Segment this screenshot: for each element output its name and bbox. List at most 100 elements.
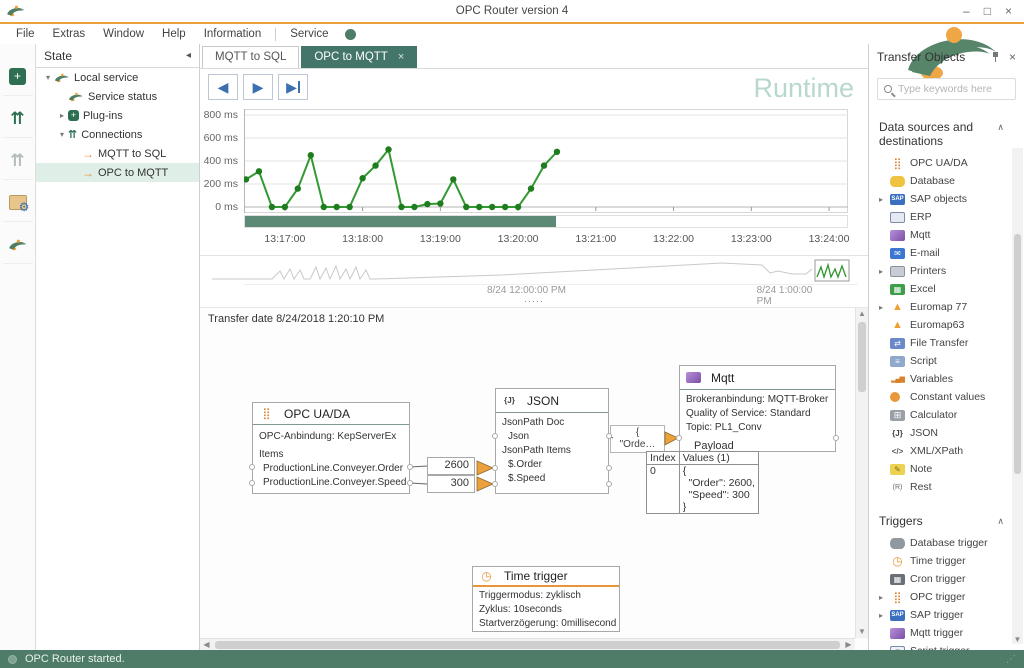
node-time-trigger[interactable]: Time trigger Triggermodus: zyklisch Zykl… xyxy=(472,566,620,632)
object-item-opc-ua-da[interactable]: OPC UA/DA xyxy=(879,154,1020,172)
object-item-printers[interactable]: ▸Printers xyxy=(879,262,1020,280)
search-input[interactable] xyxy=(898,83,1009,95)
node-json[interactable]: JSON JsonPath Doc Json JsonPath Items $.… xyxy=(495,388,609,494)
scroll-up-icon[interactable]: ▲ xyxy=(856,308,868,320)
last-button[interactable]: ▶ xyxy=(278,74,308,100)
resize-grip-icon[interactable]: ⋰ xyxy=(1006,654,1016,665)
flow-horizontal-scrollbar[interactable]: ◀ ▶ xyxy=(200,638,855,650)
menu-information[interactable]: Information xyxy=(196,27,270,41)
object-item-file-transfer[interactable]: File Transfer xyxy=(879,334,1020,352)
panel-close-icon[interactable]: × xyxy=(1009,50,1016,64)
json-icon xyxy=(890,428,905,439)
menu-help[interactable]: Help xyxy=(154,27,194,41)
object-item-opc-trigger[interactable]: ▸OPC trigger xyxy=(879,588,1020,606)
expand-arrow-icon[interactable]: ▸ xyxy=(879,303,890,312)
object-item-cron-trigger[interactable]: Cron trigger xyxy=(879,570,1020,588)
object-item-mqtt-trigger[interactable]: Mqtt trigger xyxy=(879,624,1020,642)
scroll-left-icon[interactable]: ◀ xyxy=(200,640,213,649)
plugins-toolbar-button[interactable]: + xyxy=(3,58,33,96)
flow-vertical-scrollbar[interactable]: ▲ ▼ xyxy=(855,308,868,638)
runtime-watermark: Runtime xyxy=(753,73,854,104)
inactive-connections-toolbar-button[interactable]: ⇈ xyxy=(3,142,33,180)
service-config-toolbar-button[interactable] xyxy=(3,184,33,222)
tab-opc-to-mqtt[interactable]: OPC to MQTT× xyxy=(301,46,417,68)
object-item-calculator[interactable]: Calculator xyxy=(879,406,1020,424)
section-header-data-sources-and-destinations[interactable]: Data sources and destinations∧ xyxy=(879,120,1020,148)
minimize-button[interactable]: – xyxy=(963,2,970,20)
panel-scroll-thumb[interactable] xyxy=(1014,234,1021,474)
tab-bar: MQTT to SQLOPC to MQTT× xyxy=(200,44,868,68)
chevron-up-icon[interactable]: ∧ xyxy=(997,514,1004,528)
window-title: OPC Router version 4 xyxy=(0,5,1024,17)
menu-extras[interactable]: Extras xyxy=(45,27,94,41)
tree-expander-icon[interactable]: ▾ xyxy=(56,130,68,139)
close-button[interactable]: × xyxy=(1005,2,1012,20)
pin-icon[interactable] xyxy=(992,52,999,62)
menu-service[interactable]: Service xyxy=(282,27,336,41)
scroll-down-icon[interactable]: ▼ xyxy=(856,626,868,638)
tree-item-connections[interactable]: ▾⇈Connections xyxy=(36,125,199,144)
object-item-variables[interactable]: Variables xyxy=(879,370,1020,388)
puzzle-icon: + xyxy=(9,68,26,85)
tree-expander-icon[interactable]: ▸ xyxy=(56,111,68,120)
tree-item-opc-to-mqtt[interactable]: →OPC to MQTT xyxy=(36,163,199,182)
expand-arrow-icon[interactable]: ▸ xyxy=(879,611,890,620)
object-item-script[interactable]: Script xyxy=(879,352,1020,370)
menu-window[interactable]: Window xyxy=(95,27,152,41)
object-item-mqtt[interactable]: Mqtt xyxy=(879,226,1020,244)
json-doc-item: Json xyxy=(496,429,608,443)
status-text: OPC Router started. xyxy=(25,653,125,665)
y-tick-label: 200 ms xyxy=(204,178,238,190)
flow-hscroll-thumb[interactable] xyxy=(215,641,840,649)
tree-item-local-service[interactable]: ▾Local service xyxy=(36,68,199,87)
object-item-sap-objects[interactable]: ▸SAP objects xyxy=(879,190,1020,208)
menu-file[interactable]: File xyxy=(8,27,43,41)
tree-expander-icon[interactable]: ▾ xyxy=(42,73,54,82)
object-item-euromap-77[interactable]: ▸Euromap 77 xyxy=(879,298,1020,316)
x-tick-label: 13:24:00 xyxy=(809,233,850,245)
timeline-overview[interactable]: 8/24 12:00:00 PM 8/24 1:00:00 PM xyxy=(200,255,868,299)
object-item-label: Mqtt trigger xyxy=(910,627,963,639)
connections-toolbar-button[interactable]: ⇈ xyxy=(3,100,33,138)
node-mqtt[interactable]: Mqtt Brokeranbindung: MQTT-Broker Qualit… xyxy=(679,365,836,452)
tree-item-plug-ins[interactable]: ▸+Plug-ins xyxy=(36,106,199,125)
tree-item-mqtt-to-sql[interactable]: →MQTT to SQL xyxy=(36,144,199,163)
node-opc-ua-da[interactable]: OPC UA/DA OPC-Anbindung: KepServerEx Ite… xyxy=(252,402,410,494)
expand-arrow-icon[interactable]: ▸ xyxy=(879,267,890,276)
section-header-triggers[interactable]: Triggers∧ xyxy=(879,514,1020,528)
object-item-excel[interactable]: Excel xyxy=(879,280,1020,298)
panel-scroll-down-icon[interactable]: ▼ xyxy=(1012,635,1023,644)
preview-line2: "Orde… xyxy=(620,439,656,450)
panel-scrollbar[interactable]: ▼ xyxy=(1012,148,1023,644)
object-item-constant-values[interactable]: Constant values xyxy=(879,388,1020,406)
object-item-database-trigger[interactable]: Database trigger xyxy=(879,534,1020,552)
expand-arrow-icon[interactable]: ▸ xyxy=(879,195,890,204)
tab-close-icon[interactable]: × xyxy=(398,51,404,63)
object-item-euromap63[interactable]: Euromap63 xyxy=(879,316,1020,334)
chart-progress-track[interactable] xyxy=(244,215,848,228)
flow-canvas[interactable]: OPC UA/DA OPC-Anbindung: KepServerEx Ite… xyxy=(200,308,855,638)
object-item-rest[interactable]: Rest xyxy=(879,478,1020,496)
object-item-e-mail[interactable]: E-mail xyxy=(879,244,1020,262)
object-item-script-trigger[interactable]: Script trigger xyxy=(879,642,1020,650)
object-item-erp[interactable]: ERP xyxy=(879,208,1020,226)
maximize-button[interactable]: □ xyxy=(984,2,991,20)
object-item-database[interactable]: Database xyxy=(879,172,1020,190)
tab-mqtt-to-sql[interactable]: MQTT to SQL xyxy=(202,46,299,68)
keyword-search-box[interactable] xyxy=(877,78,1016,100)
flow-vscroll-thumb[interactable] xyxy=(858,322,866,392)
object-item-sap-trigger[interactable]: ▸SAP trigger xyxy=(879,606,1020,624)
chevron-up-icon[interactable]: ∧ xyxy=(997,120,1004,148)
scroll-right-icon[interactable]: ▶ xyxy=(842,640,855,649)
expand-arrow-icon[interactable]: ▸ xyxy=(879,593,890,602)
object-item-json[interactable]: JSON xyxy=(879,424,1020,442)
prev-button[interactable]: ◀ xyxy=(208,74,238,100)
object-item-time-trigger[interactable]: Time trigger xyxy=(879,552,1020,570)
object-item-xml-xpath[interactable]: XML/XPath xyxy=(879,442,1020,460)
tree-item-service-status[interactable]: Service status xyxy=(36,87,199,106)
object-item-note[interactable]: Note xyxy=(879,460,1020,478)
router-logo-toolbar-button[interactable] xyxy=(3,226,33,264)
connection-arrow-icon: → xyxy=(82,166,94,180)
next-button[interactable]: ▶ xyxy=(243,74,273,100)
collapse-panel-icon[interactable]: ◂ xyxy=(186,50,191,61)
